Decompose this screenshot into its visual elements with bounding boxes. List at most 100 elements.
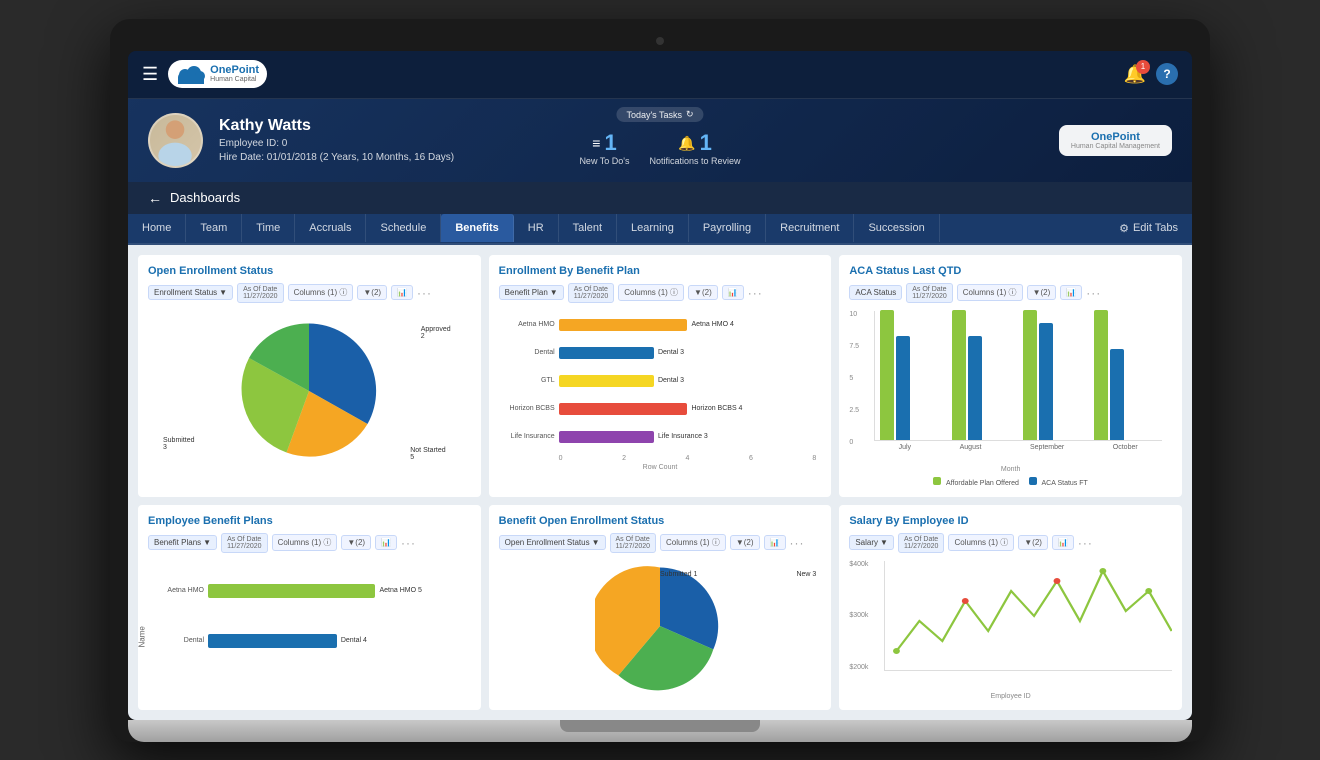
widget-controls-enrollment: Enrollment Status ▼ As Of Date11/27/2020… <box>148 283 471 303</box>
legend-affordable-label: Affordable Plan Offered <box>946 480 1019 487</box>
notifications-label: Notifications to Review <box>650 156 741 168</box>
emp-benefit-filter[interactable]: Benefit Plans ▼ <box>148 535 217 550</box>
enrollment-more[interactable]: ··· <box>417 286 432 300</box>
onepoint-cloud-icon <box>176 63 206 85</box>
edit-tabs-button[interactable]: ⚙ Edit Tabs <box>1105 214 1192 243</box>
notifications-count: 1 <box>700 130 712 156</box>
salary-more[interactable]: ··· <box>1078 536 1093 550</box>
nav-recruitment[interactable]: Recruitment <box>766 214 854 242</box>
todo-count: 1 <box>604 130 616 156</box>
aca-chart-btn[interactable]: 📊 <box>1060 285 1082 300</box>
pie-benefit-new: New 3 <box>796 571 816 578</box>
nav-hr[interactable]: HR <box>514 214 559 242</box>
month-september: September <box>1030 444 1064 451</box>
profile-employee-id: Employee ID: 0 <box>219 138 454 149</box>
salary-filter-btn[interactable]: ▼(2) <box>1018 535 1048 550</box>
emp-benefit-more[interactable]: ··· <box>401 536 416 550</box>
emp-benefit-filter-label: Benefit Plans <box>154 538 201 547</box>
salary-date: As Of Date11/27/2020 <box>898 533 945 553</box>
emp-benefit-chart-btn[interactable]: 📊 <box>375 535 397 550</box>
pie-chart-benefit-open: Submitted 1 New 3 <box>499 561 822 691</box>
hamburger-menu[interactable]: ☰ <box>142 64 158 85</box>
plan-date: As Of Date11/27/2020 <box>568 283 615 303</box>
pie-benefit-submitted: Submitted 1 <box>660 571 697 578</box>
breadcrumb-label: Dashboards <box>170 190 240 205</box>
logo-text: OnePoint Human Capital <box>210 65 259 83</box>
top-bar: ☰ OnePoint Human Capital <box>128 51 1192 99</box>
aca-group-october <box>1094 310 1157 440</box>
legend-aca-ft: ACA Status FT <box>1029 477 1088 487</box>
top-bar-icons: 🔔 1 ? <box>1124 63 1178 85</box>
aca-bar-aug-ft <box>968 336 982 440</box>
enrollment-columns[interactable]: Columns (1) ⓘ <box>288 284 354 301</box>
tasks-title-text: Today's Tasks <box>626 110 682 120</box>
bar-chart-enrollment-plan: Aetna HMO Dental GTL Horizon BCBS Life I… <box>499 311 822 471</box>
salary-chart: $400k $300k $200k <box>849 561 1172 691</box>
nav-schedule[interactable]: Schedule <box>366 214 441 242</box>
legend-affordable: Affordable Plan Offered <box>933 477 1018 487</box>
widget-controls-plan: Benefit Plan ▼ As Of Date11/27/2020 Colu… <box>499 283 822 303</box>
benefit-open-more[interactable]: ··· <box>790 536 805 550</box>
plan-filter[interactable]: Benefit Plan ▼ <box>499 285 564 300</box>
refresh-icon[interactable]: ↻ <box>686 109 694 120</box>
aca-subtitle: ACA Status <box>849 285 902 300</box>
widget-title-emp-benefit: Employee Benefit Plans <box>148 515 471 527</box>
salary-x-label: Employee ID <box>849 693 1172 700</box>
widget-controls-emp-benefit: Benefit Plans ▼ As Of Date11/27/2020 Col… <box>148 533 471 553</box>
benefit-open-chart-btn[interactable]: 📊 <box>764 535 786 550</box>
logo: OnePoint Human Capital <box>168 60 267 88</box>
plan-columns[interactable]: Columns (1) ⓘ <box>618 284 684 301</box>
widget-title-salary: Salary By Employee ID <box>849 515 1172 527</box>
salary-filter-label: Salary <box>855 538 878 547</box>
benefit-open-filter[interactable]: Open Enrollment Status ▼ <box>499 535 606 550</box>
help-button[interactable]: ? <box>1156 63 1178 85</box>
profile-info: Kathy Watts Employee ID: 0 Hire Date: 01… <box>219 117 454 163</box>
plan-filter-btn[interactable]: ▼(2) <box>688 285 718 300</box>
bar-value-horizon: Horizon BCBS 4 <box>691 405 742 412</box>
plan-more[interactable]: ··· <box>748 286 763 300</box>
aca-bar-july-ft <box>896 336 910 440</box>
y-label-25: 2.5 <box>849 407 859 414</box>
month-october: October <box>1113 444 1138 451</box>
salary-filter[interactable]: Salary ▼ <box>849 535 894 550</box>
benefit-open-filter-label: Open Enrollment Status <box>505 538 590 547</box>
salary-chart-btn[interactable]: 📊 <box>1052 535 1074 550</box>
bar-label-gtl: GTL <box>541 377 555 384</box>
nav-benefits[interactable]: Benefits <box>441 214 513 242</box>
nav-team[interactable]: Team <box>186 214 242 242</box>
widget-controls-benefit-open: Open Enrollment Status ▼ As Of Date11/27… <box>499 533 822 553</box>
emp-benefit-columns[interactable]: Columns (1) ⓘ <box>272 534 338 551</box>
back-button[interactable]: ← <box>148 190 162 206</box>
enrollment-date: As Of Date11/27/2020 <box>237 283 284 303</box>
benefit-open-filter-btn[interactable]: ▼(2) <box>730 535 760 550</box>
emp-benefit-filter-btn[interactable]: ▼(2) <box>341 535 371 550</box>
nav-accruals[interactable]: Accruals <box>295 214 366 242</box>
bar-value-dental: Dental 3 <box>658 349 684 356</box>
nav-succession[interactable]: Succession <box>854 214 939 242</box>
widget-employee-benefit-plans: Employee Benefit Plans Benefit Plans ▼ A… <box>138 505 481 710</box>
enrollment-filter[interactable]: Enrollment Status ▼ <box>148 285 233 300</box>
x-axis-6: 6 <box>749 455 753 462</box>
widget-title-aca: ACA Status Last QTD <box>849 265 1172 277</box>
aca-filter-btn[interactable]: ▼(2) <box>1027 285 1057 300</box>
widget-benefit-open-enrollment: Benefit Open Enrollment Status Open Enro… <box>489 505 832 710</box>
widget-controls-aca: ACA Status As Of Date11/27/2020 Columns … <box>849 283 1172 303</box>
nav-learning[interactable]: Learning <box>617 214 689 242</box>
benefit-open-columns[interactable]: Columns (1) ⓘ <box>660 534 726 551</box>
profile-hire-date: Hire Date: 01/01/2018 (2 Years, 10 Month… <box>219 152 454 163</box>
aca-columns[interactable]: Columns (1) ⓘ <box>957 284 1023 301</box>
tasks-row: ≡ 1 New To Do's 🔔 1 Notifications to Rev… <box>579 130 740 168</box>
aca-legend: Affordable Plan Offered ACA Status FT <box>849 477 1172 487</box>
pie-chart-open-enrollment: Approved2 Submitted3 Not Started5 <box>148 311 471 471</box>
nav-payrolling[interactable]: Payrolling <box>689 214 766 242</box>
gear-icon: ⚙ <box>1119 222 1129 235</box>
aca-more[interactable]: ··· <box>1086 286 1101 300</box>
notifications-bell[interactable]: 🔔 1 <box>1124 64 1146 85</box>
nav-home[interactable]: Home <box>128 214 186 242</box>
salary-columns[interactable]: Columns (1) ⓘ <box>948 534 1014 551</box>
enrollment-filter-btn[interactable]: ▼(2) <box>357 285 387 300</box>
nav-talent[interactable]: Talent <box>559 214 617 242</box>
enrollment-chart-btn[interactable]: 📊 <box>391 285 413 300</box>
nav-time[interactable]: Time <box>242 214 295 242</box>
plan-chart-btn[interactable]: 📊 <box>722 285 744 300</box>
